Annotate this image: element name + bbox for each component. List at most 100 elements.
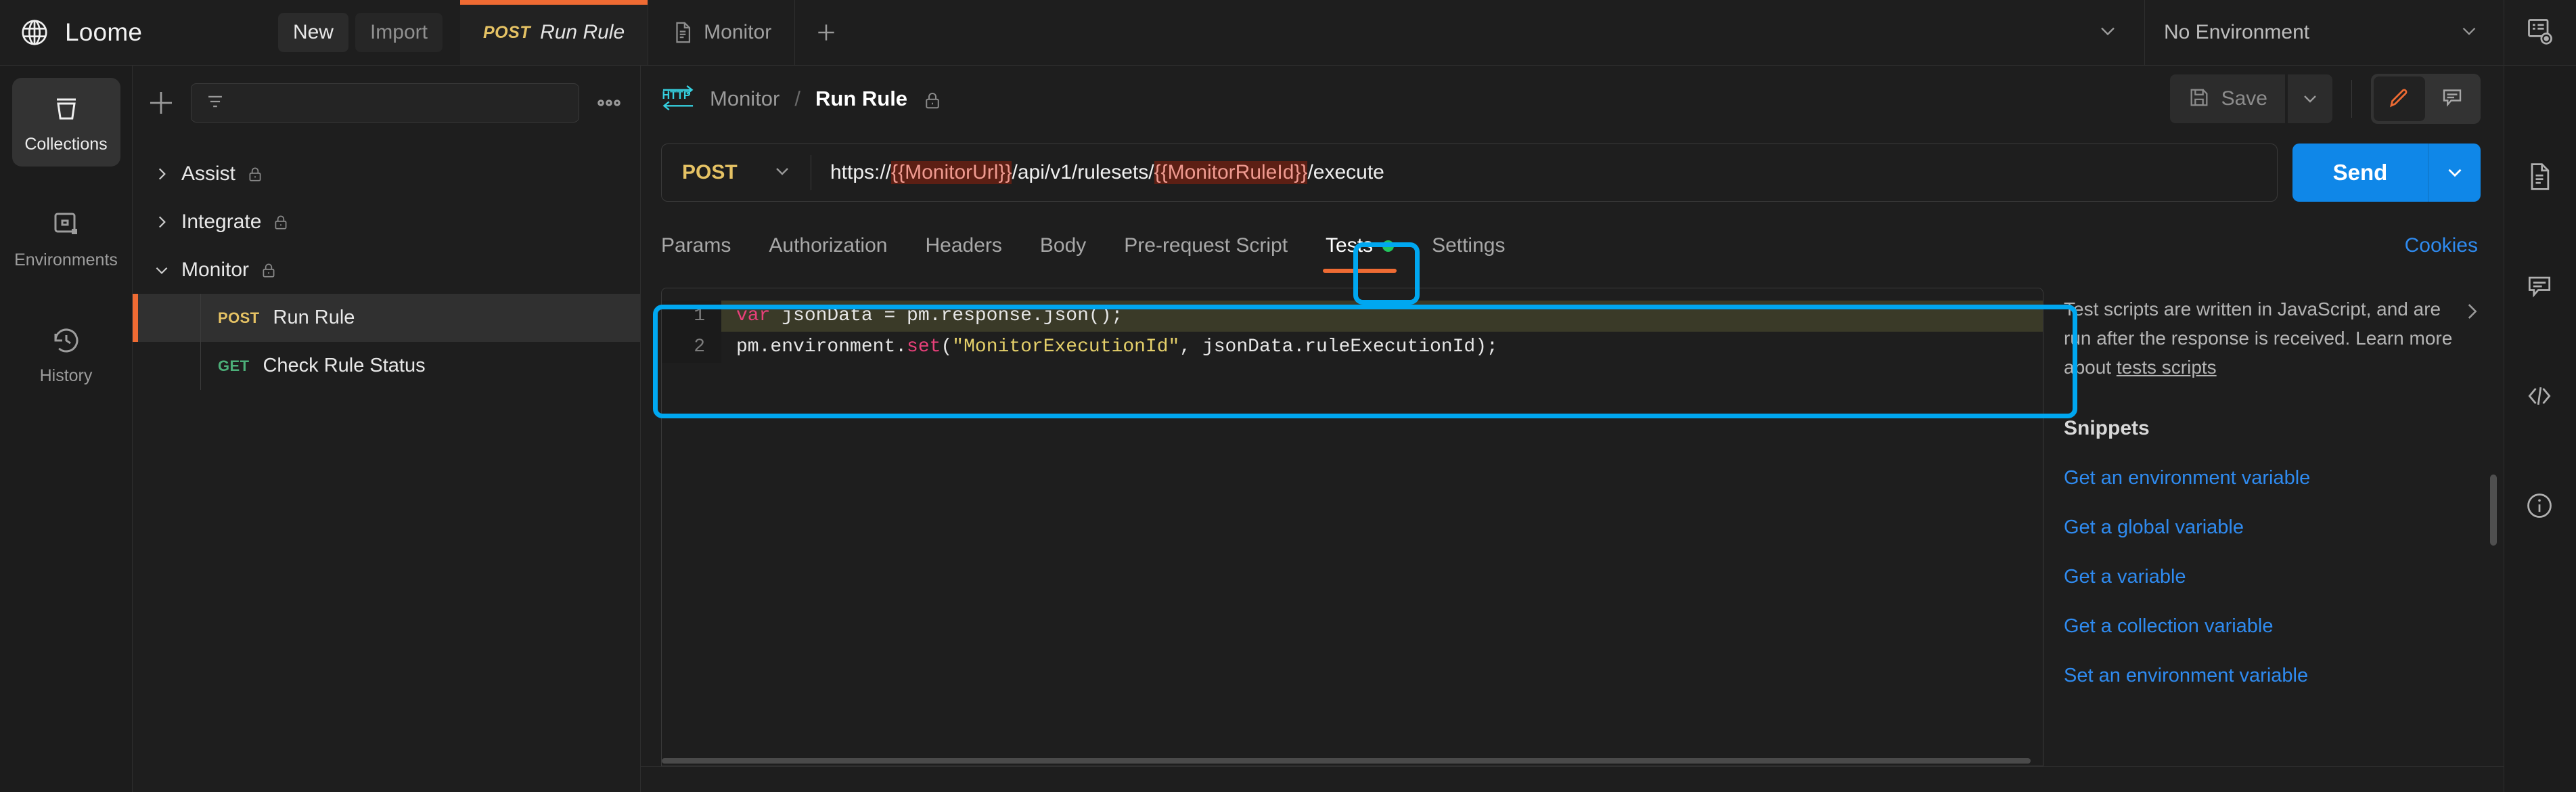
- save-options-button[interactable]: [2288, 74, 2332, 123]
- collection-name: Assist: [181, 162, 236, 185]
- collections-icon: [50, 93, 83, 125]
- tab-strip-spacer: [857, 0, 2145, 65]
- search-input[interactable]: [191, 83, 579, 123]
- history-clock-icon: [50, 324, 83, 357]
- tab-authorization[interactable]: Authorization: [750, 213, 906, 278]
- tests-script-editor[interactable]: 1 var jsonData = pm.response.json(); 2 p…: [661, 288, 2043, 766]
- editor-horizontal-scrollbar[interactable]: [662, 756, 2043, 766]
- request-name: Check Rule Status: [263, 355, 426, 376]
- document-icon: [2525, 162, 2557, 194]
- send-options-button[interactable]: [2428, 144, 2481, 202]
- tests-scripts-link[interactable]: tests scripts: [2117, 357, 2217, 378]
- snippet-get-collection-variable[interactable]: Get a collection variable: [2064, 615, 2483, 638]
- snippet-get-environment-variable[interactable]: Get an environment variable: [2064, 467, 2483, 489]
- save-button[interactable]: Save: [2169, 74, 2285, 123]
- plus-icon[interactable]: [145, 87, 177, 119]
- snippet-get-variable[interactable]: Get a variable: [2064, 566, 2483, 588]
- environment-selector[interactable]: No Environment: [2145, 0, 2504, 65]
- request-header: HTTP Monitor / Run Rule Save: [641, 66, 2504, 132]
- topbar-actions: New Import: [277, 13, 460, 52]
- editor-area: 1 var jsonData = pm.response.json(); 2 p…: [641, 278, 2504, 766]
- chevron-right-icon[interactable]: [2460, 300, 2483, 323]
- lock-icon: [922, 89, 940, 109]
- right-rail-comments[interactable]: [2504, 257, 2576, 316]
- lock-icon: [260, 260, 277, 280]
- request-name: Run Rule: [273, 307, 355, 328]
- method-selector[interactable]: POST: [662, 144, 811, 201]
- line-number: 1: [662, 301, 721, 332]
- tab-label: Pre-request Script: [1124, 234, 1288, 257]
- collection-monitor[interactable]: Monitor: [133, 246, 640, 294]
- docs-scrollbar-thumb[interactable]: [2490, 475, 2497, 546]
- environment-quick-look-icon: [2525, 16, 2555, 49]
- sidebar-item-environments[interactable]: Environments: [12, 194, 120, 282]
- lock-icon: [272, 212, 290, 232]
- tab-body[interactable]: Body: [1021, 213, 1105, 278]
- tab-label: Settings: [1432, 234, 1506, 257]
- brand-area: Loome New Import: [0, 0, 460, 65]
- tab-settings[interactable]: Settings: [1413, 213, 1524, 278]
- cookies-link[interactable]: Cookies: [2405, 234, 2481, 257]
- snippet-set-environment-variable[interactable]: Set an environment variable: [2064, 665, 2483, 687]
- line-number: 2: [662, 332, 721, 363]
- collections-sidebar: Assist Integrate Monitor POST Run Rule G…: [133, 66, 641, 792]
- code-text: var jsonData = pm.response.json();: [721, 301, 2043, 332]
- new-button[interactable]: New: [277, 13, 348, 52]
- breadcrumb-separator: /: [794, 87, 800, 110]
- new-tab-button[interactable]: [795, 0, 857, 65]
- ellipsis-icon[interactable]: [593, 87, 625, 119]
- body-row: Collections Environments History Assist …: [0, 66, 2576, 792]
- sidebar-item-collections[interactable]: Collections: [12, 78, 120, 167]
- comment-icon: [2440, 85, 2464, 113]
- page-title[interactable]: Run Rule: [815, 87, 907, 111]
- collection-integrate[interactable]: Integrate: [133, 198, 640, 246]
- tab-pre-request-script[interactable]: Pre-request Script: [1105, 213, 1307, 278]
- collection-name: Integrate: [181, 210, 262, 233]
- edit-mode-button[interactable]: [2374, 76, 2425, 121]
- code-token-string: "MonitorExecutionId": [952, 336, 1180, 357]
- environment-quick-look-button[interactable]: [2504, 0, 2576, 65]
- collection-name: Monitor: [181, 258, 250, 281]
- code-content[interactable]: 1 var jsonData = pm.response.json(); 2 p…: [662, 288, 2043, 756]
- tab-method-label: POST: [483, 22, 531, 42]
- chevron-down-icon: [771, 160, 793, 185]
- collection-assist[interactable]: Assist: [133, 150, 640, 198]
- tab-headers[interactable]: Headers: [906, 213, 1020, 278]
- send-button[interactable]: Send: [2292, 144, 2428, 202]
- code-token-function: set: [907, 336, 941, 357]
- brand-name: Loome: [65, 18, 143, 46]
- right-rail-documentation[interactable]: [2504, 147, 2576, 206]
- snippet-get-global-variable[interactable]: Get a global variable: [2064, 516, 2483, 539]
- header-divider: [2351, 80, 2352, 118]
- url-input[interactable]: https://{{MonitorUrl}}/api/v1/rulesets/{…: [811, 161, 2277, 184]
- lock-icon: [246, 164, 264, 184]
- tab-label: Params: [661, 234, 731, 257]
- url-segment: /execute: [1307, 161, 1384, 183]
- method-label: POST: [682, 161, 738, 183]
- tab-run-rule[interactable]: POST Run Rule: [460, 0, 649, 65]
- url-segment: https://: [830, 161, 892, 183]
- sidebar-item-label: History: [39, 366, 93, 385]
- tab-label: Body: [1039, 234, 1087, 257]
- scrollbar-thumb[interactable]: [662, 758, 2031, 764]
- breadcrumb-parent[interactable]: Monitor: [710, 87, 779, 111]
- code-token-post: , jsonData.ruleExecutionId);: [1179, 336, 1498, 357]
- sidebar-toolbar: [133, 66, 640, 140]
- save-label: Save: [2221, 87, 2267, 110]
- request-item-run-rule[interactable]: POST Run Rule: [133, 294, 640, 342]
- chevron-right-icon: [153, 165, 171, 183]
- import-button[interactable]: Import: [355, 13, 443, 52]
- right-rail-info[interactable]: [2504, 476, 2576, 535]
- right-rail-code[interactable]: [2504, 366, 2576, 426]
- tab-monitor[interactable]: Monitor: [648, 0, 796, 65]
- comment-mode-button[interactable]: [2426, 76, 2478, 121]
- code-line: 2 pm.environment.set("MonitorExecutionId…: [662, 332, 2043, 363]
- code-token-pre: pm.environment.: [736, 336, 907, 357]
- sidebar-item-history[interactable]: History: [12, 309, 120, 398]
- request-item-check-rule-status[interactable]: GET Check Rule Status: [133, 342, 640, 390]
- tab-params[interactable]: Params: [661, 213, 750, 278]
- url-row: POST https://{{MonitorUrl}}/api/v1/rules…: [641, 132, 2504, 213]
- tab-tests[interactable]: Tests: [1307, 213, 1413, 278]
- save-floppy-icon: [2188, 86, 2211, 112]
- tab-list-caret-icon[interactable]: [2096, 19, 2120, 47]
